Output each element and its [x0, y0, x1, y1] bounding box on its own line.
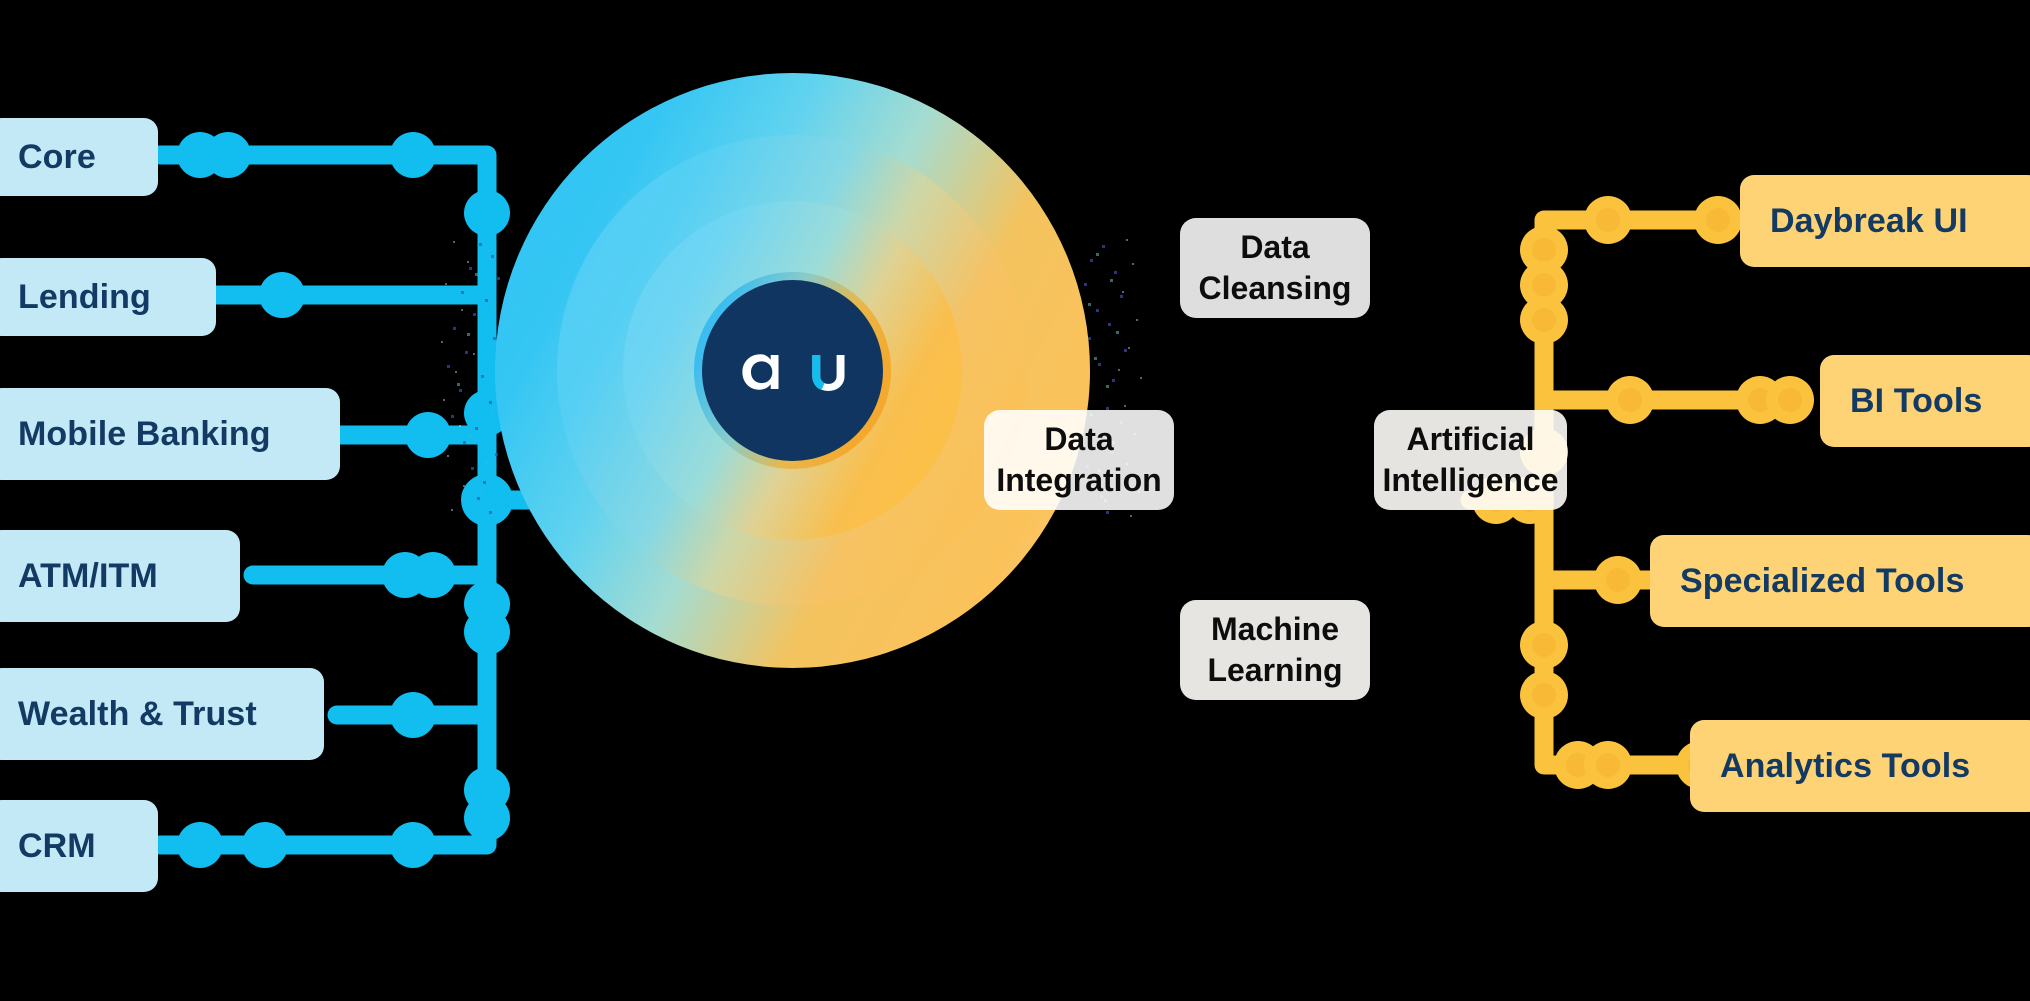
capability-line-2: Cleansing: [1198, 270, 1352, 306]
capability-line-2: Integration: [996, 462, 1162, 498]
source-box-atm-itm[interactable]: ATM/ITM: [0, 530, 240, 622]
target-box-analytics-tools[interactable]: Analytics Tools: [1690, 720, 2030, 812]
au-logo: [702, 280, 883, 461]
capability-card-data-cleansing[interactable]: Data Cleansing: [1180, 218, 1370, 318]
source-box-wealth-trust[interactable]: Wealth & Trust: [0, 668, 324, 760]
capability-line-1: Data: [1240, 229, 1310, 266]
source-box-mobile-banking[interactable]: Mobile Banking: [0, 388, 340, 480]
target-box-bi-tools[interactable]: BI Tools: [1820, 355, 2030, 447]
capability-card-data-integration[interactable]: Data Integration: [984, 410, 1174, 510]
capability-line-1: Data: [1044, 421, 1114, 458]
target-box-daybreak-ui[interactable]: Daybreak UI: [1740, 175, 2030, 267]
source-box-label: Lending: [18, 277, 151, 316]
source-box-crm[interactable]: CRM: [0, 800, 158, 892]
target-box-specialized-tools[interactable]: Specialized Tools: [1650, 535, 2030, 627]
source-box-core[interactable]: Core: [0, 118, 158, 196]
capability-line-1: Artificial: [1406, 421, 1535, 458]
capability-line-1: Machine: [1210, 611, 1340, 648]
source-box-label: ATM/ITM: [18, 556, 158, 595]
capability-card-artificial-intelligence[interactable]: Artificial Intelligence: [1374, 410, 1567, 510]
source-box-label: Wealth & Trust: [18, 694, 257, 733]
target-box-label: Daybreak UI: [1770, 201, 1968, 240]
target-box-label: BI Tools: [1850, 381, 1983, 420]
source-box-lending[interactable]: Lending: [0, 258, 216, 336]
target-box-label: Analytics Tools: [1720, 746, 1971, 785]
platform-hub: Data Cleansing Data Integration Artifici…: [441, 73, 1567, 700]
capability-line-2: Intelligence: [1382, 462, 1559, 498]
capability-line-2: Learning: [1207, 652, 1343, 688]
source-box-label: CRM: [18, 826, 96, 865]
target-box-label: Specialized Tools: [1680, 561, 1965, 600]
diagram-canvas: .wL { stroke:#12bdf0; stroke-width:19; f…: [0, 0, 2030, 1001]
au-logo-mark: [741, 353, 844, 391]
source-box-label: Mobile Banking: [18, 414, 271, 453]
source-box-label: Core: [18, 137, 96, 176]
capability-card-machine-learning[interactable]: Machine Learning: [1180, 600, 1370, 700]
